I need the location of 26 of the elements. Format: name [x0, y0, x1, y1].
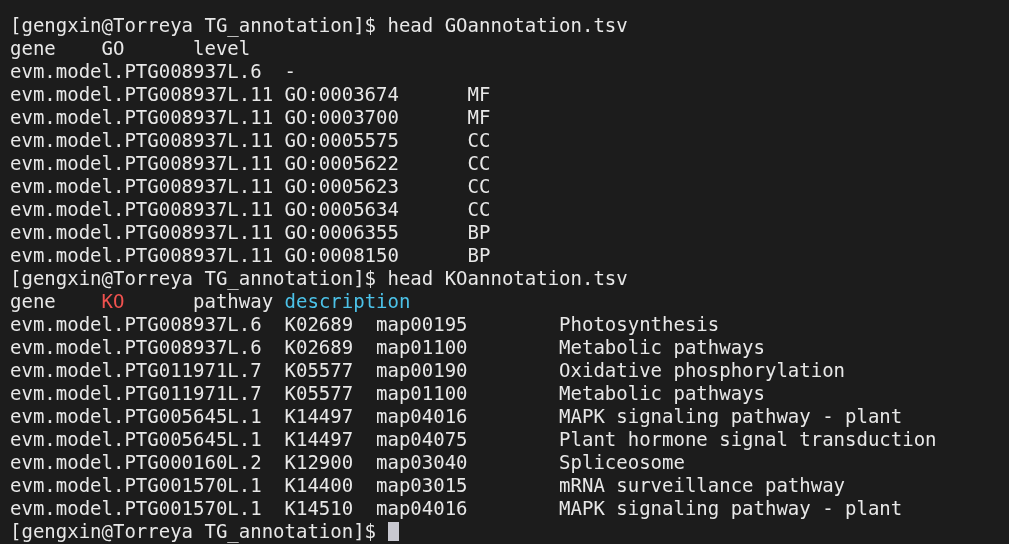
terminal-text: evm.model.PTG008937L.11 GO:0005623 CC: [10, 175, 491, 198]
terminal-text: evm.model.PTG001570L.1 K14510 map04016 MAPK signaling pathway - plant: [10, 497, 903, 520]
terminal-text: evm.model.PTG011971L.7 K05577 map00190 Oxidative phosphorylation: [10, 359, 846, 382]
terminal-text: evm.model.PTG008937L.6 K02689 map00195 Photosynthesis: [10, 313, 720, 336]
terminal-text: [gengxin@Torreya TG_annotation]$: [10, 520, 378, 543]
terminal-text: evm.model.PTG001570L.1 K14400 map03015 mRNA surveillance pathway: [10, 474, 846, 497]
terminal-text: evm.model.PTG000160L.2 K12900 map03040 Spliceosome: [10, 451, 685, 474]
terminal-text: evm.model.PTG005645L.1 K14497 map04075 Plant hormone signal transduction: [10, 428, 937, 451]
terminal-text: evm.model.PTG005645L.1 K14497 map04016 MAPK signaling pathway - plant: [10, 405, 903, 428]
terminal-text: evm.model.PTG008937L.11 GO:0003674 MF: [10, 83, 491, 106]
terminal-text: KO: [101, 290, 125, 313]
terminal-text: evm.model.PTG008937L.11 GO:0008150 BP: [10, 244, 491, 267]
terminal-text: evm.model.PTG008937L.11 GO:0005634 CC: [10, 198, 491, 221]
terminal-text: evm.model.PTG008937L.11 GO:0005575 CC: [10, 129, 491, 152]
terminal-text: evm.model.PTG008937L.11 GO:0006355 BP: [10, 221, 491, 244]
terminal-text: gene GO level: [10, 37, 251, 60]
terminal-text: gene: [10, 290, 57, 313]
terminal-text: evm.model.PTG011971L.7 K05577 map01100 Metabolic pathways: [10, 382, 765, 405]
terminal-text: [gengxin@Torreya TG_annotation]$ head KOannotation.tsv: [10, 267, 628, 290]
terminal-text: evm.model.PTG008937L.6 K02689 map01100 Metabolic pathways: [10, 336, 765, 359]
terminal-text: [gengxin@Torreya TG_annotation]$ head GOannotation.tsv: [10, 14, 628, 37]
terminal-text: description: [284, 290, 411, 313]
terminal-text: pathway: [192, 290, 275, 313]
terminal-text: evm.model.PTG008937L.6 -: [10, 60, 296, 83]
terminal-text: evm.model.PTG008937L.11 GO:0005622 CC: [10, 152, 491, 175]
terminal-text: evm.model.PTG008937L.11 GO:0003700 MF: [10, 106, 491, 129]
